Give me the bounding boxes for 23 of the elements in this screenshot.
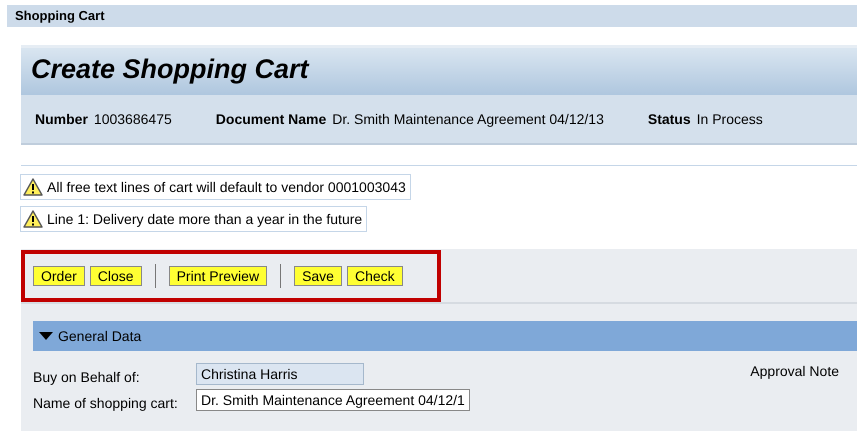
field-label: Document Name: [216, 111, 326, 127]
section-header[interactable]: General Data: [33, 321, 857, 351]
input-field[interactable]: Dr. Smith Maintenance Agreement 04/12/1: [196, 389, 470, 411]
field-value: 1003686475: [94, 111, 172, 127]
toolbar-button[interactable]: Print Preview: [168, 266, 268, 286]
page-title: Create Shopping Cart: [21, 45, 857, 95]
window-title: Shopping Cart: [7, 5, 857, 27]
toolbar-button[interactable]: Save: [294, 266, 342, 286]
field-label: Name of shopping cart:: [33, 395, 179, 411]
message-text: Line 1: Delivery date more than a year in the future: [47, 211, 362, 227]
warning-icon: [23, 210, 43, 228]
field-label: Buy on Behalf of:: [33, 369, 141, 385]
caret-down-icon: [39, 331, 53, 341]
toolbar-button[interactable]: Close: [90, 266, 142, 286]
field-value: Dr. Smith Maintenance Agreement 04/12/13: [332, 111, 604, 127]
field-value: In Process: [696, 111, 763, 127]
field-label: Number: [35, 111, 88, 127]
toolbar-button[interactable]: Check: [346, 266, 403, 286]
field-label: Status: [648, 111, 691, 127]
message-text: All free text lines of cart will default to vendor 0001003043: [47, 179, 406, 195]
warning-icon: [23, 178, 43, 196]
toolbar-button[interactable]: Order: [33, 266, 85, 286]
approval-note-label: Approval Note: [750, 363, 839, 379]
